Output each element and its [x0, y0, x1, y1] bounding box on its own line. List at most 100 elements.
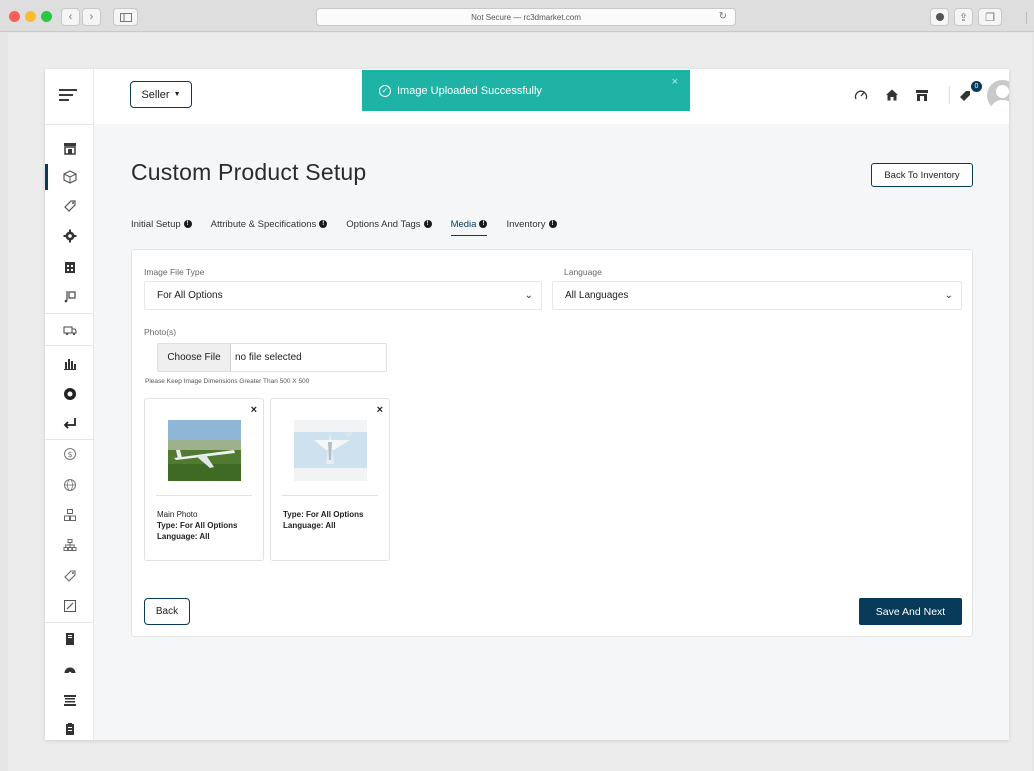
photo-file-input[interactable]: Choose File no file selected [157, 343, 387, 372]
tab-media[interactable]: Media! [450, 214, 488, 236]
avatar[interactable] [987, 80, 1009, 111]
close-window-button[interactable] [9, 11, 20, 22]
page-title: Custom Product Setup [131, 159, 367, 185]
info-icon: ! [319, 220, 328, 228]
secondary-photo-thumbnail [294, 420, 367, 481]
sidebar-item-tags[interactable] [45, 194, 94, 218]
store-icon [916, 90, 928, 101]
truck-icon [62, 326, 77, 336]
tab-label: Initial Setup [131, 218, 181, 230]
browser-forward-button[interactable]: › [82, 8, 101, 26]
photos-label: Photo(s) [144, 327, 177, 337]
zoom-window-button[interactable] [41, 11, 52, 22]
info-icon: ! [183, 220, 192, 228]
image-file-type-select[interactable]: For All Options ⌄ [144, 281, 542, 310]
save-and-next-button[interactable]: Save And Next [859, 598, 962, 625]
tab-attribute-specifications[interactable]: Attribute & Specifications! [211, 214, 328, 234]
cart-button[interactable] [958, 88, 974, 104]
image-dimension-hint: Please Keep Image Dimensions Greater Tha… [145, 378, 310, 385]
sidebar-item-returns[interactable] [45, 411, 94, 435]
photo-divider [156, 495, 252, 496]
sidebar-item-products[interactable] [45, 165, 94, 189]
sidebar-item-documents[interactable] [45, 627, 94, 651]
home-button[interactable] [884, 87, 900, 103]
photo-type: Type: For All Options [157, 521, 238, 530]
remove-photo-button[interactable]: × [377, 404, 383, 416]
download-icon [935, 13, 944, 21]
check-circle-icon: ✓ [379, 84, 391, 97]
sidebar-item-hierarchy[interactable] [45, 533, 94, 557]
photo-language: Language: All [157, 532, 210, 541]
gear-icon [63, 229, 76, 243]
sidebar-item-support[interactable] [45, 382, 94, 406]
tab-inventory[interactable]: Inventory! [506, 214, 557, 234]
gauge-icon [64, 667, 75, 675]
clipboard-icon [65, 723, 74, 735]
sidebar-item-payments[interactable]: $ [45, 442, 94, 466]
seller-label: Seller [141, 88, 170, 101]
sidebar-item-clipboard[interactable] [45, 717, 94, 740]
sidebar-item-storefront[interactable] [45, 688, 94, 712]
menu-icon[interactable] [59, 89, 77, 103]
tab-label: Attribute & Specifications [210, 218, 317, 230]
photo-language: Language: All [283, 521, 336, 530]
tag-icon [63, 570, 76, 582]
chevron-down-icon: ⌄ [944, 290, 953, 301]
life-ring-icon [63, 388, 76, 400]
sidebar-item-settings[interactable] [45, 224, 94, 248]
app-window: $ Seller ▼ 0 ✓ Image Uploaded Successful… [45, 69, 1009, 740]
minimize-window-button[interactable] [25, 11, 36, 22]
sidebar-item-inventory[interactable] [45, 255, 94, 279]
boxes-icon [63, 509, 76, 521]
tabs-icon: ❐ [985, 11, 995, 24]
photo-divider [282, 495, 378, 496]
browser-download-button[interactable] [930, 8, 949, 26]
remove-photo-button[interactable]: × [251, 404, 257, 416]
sidebar-divider [45, 124, 94, 125]
sidebar-divider [45, 313, 94, 314]
sidebar: $ [45, 69, 94, 740]
language-value: All Languages [565, 290, 629, 301]
reload-icon[interactable]: ↻ [719, 11, 727, 22]
image-file-type-label: Image File Type [144, 267, 205, 277]
sidebar-item-shipping[interactable] [45, 284, 94, 308]
back-button[interactable]: Back [144, 598, 190, 625]
tab-initial-setup[interactable]: Initial Setup! [131, 214, 192, 234]
browser-share-button[interactable]: ⇪ [954, 8, 973, 26]
sidebar-item-notes[interactable] [45, 594, 94, 618]
sidebar-item-delivery[interactable] [45, 318, 94, 342]
sidebar-item-dashboard[interactable] [45, 658, 94, 682]
chevron-left-icon: ‹ [68, 11, 73, 23]
browser-toolbar: ‹ › Not Secure — rc3dmarket.com ↻ ⇪ ❐ [0, 0, 1034, 32]
box-icon [62, 170, 77, 184]
sidebar-divider [45, 622, 94, 623]
tab-options-and-tags[interactable]: Options And Tags! [346, 214, 432, 234]
browser-sidebar-button[interactable] [113, 8, 138, 26]
back-to-inventory-button[interactable]: Back To Inventory [871, 163, 973, 187]
media-form-card: Image File Type For All Options ⌄ Langua… [131, 249, 973, 637]
sidebar-item-reports[interactable] [45, 351, 94, 375]
main-photo-thumbnail [168, 420, 241, 481]
choose-file-button[interactable]: Choose File [158, 344, 231, 371]
image-file-type-value: For All Options [157, 290, 223, 301]
info-icon: ! [479, 220, 488, 228]
sidebar-item-boxes[interactable] [45, 503, 94, 527]
photo-meta: Main Photo Type: For All Options Languag… [157, 509, 237, 542]
sidebar-item-coupons[interactable] [45, 564, 94, 588]
home-icon [886, 89, 898, 101]
globe-icon [63, 479, 76, 491]
toast-close-button[interactable]: × [672, 76, 678, 88]
dashboard-speed-button[interactable] [853, 87, 869, 103]
seller-dropdown[interactable]: Seller ▼ [130, 81, 192, 108]
bar-chart-icon [63, 359, 76, 370]
browser-tabs-button[interactable]: ❐ [978, 8, 1002, 26]
sidebar-item-global[interactable] [45, 473, 94, 497]
address-bar[interactable]: Not Secure — rc3dmarket.com ↻ [316, 8, 736, 26]
chevron-down-icon: ⌄ [524, 290, 533, 301]
svg-text:$: $ [67, 450, 72, 459]
browser-back-button[interactable]: ‹ [61, 8, 80, 26]
sidebar-item-store[interactable] [45, 136, 94, 160]
building-icon [63, 695, 76, 706]
language-select[interactable]: All Languages ⌄ [552, 281, 962, 310]
store-button[interactable] [914, 87, 930, 103]
